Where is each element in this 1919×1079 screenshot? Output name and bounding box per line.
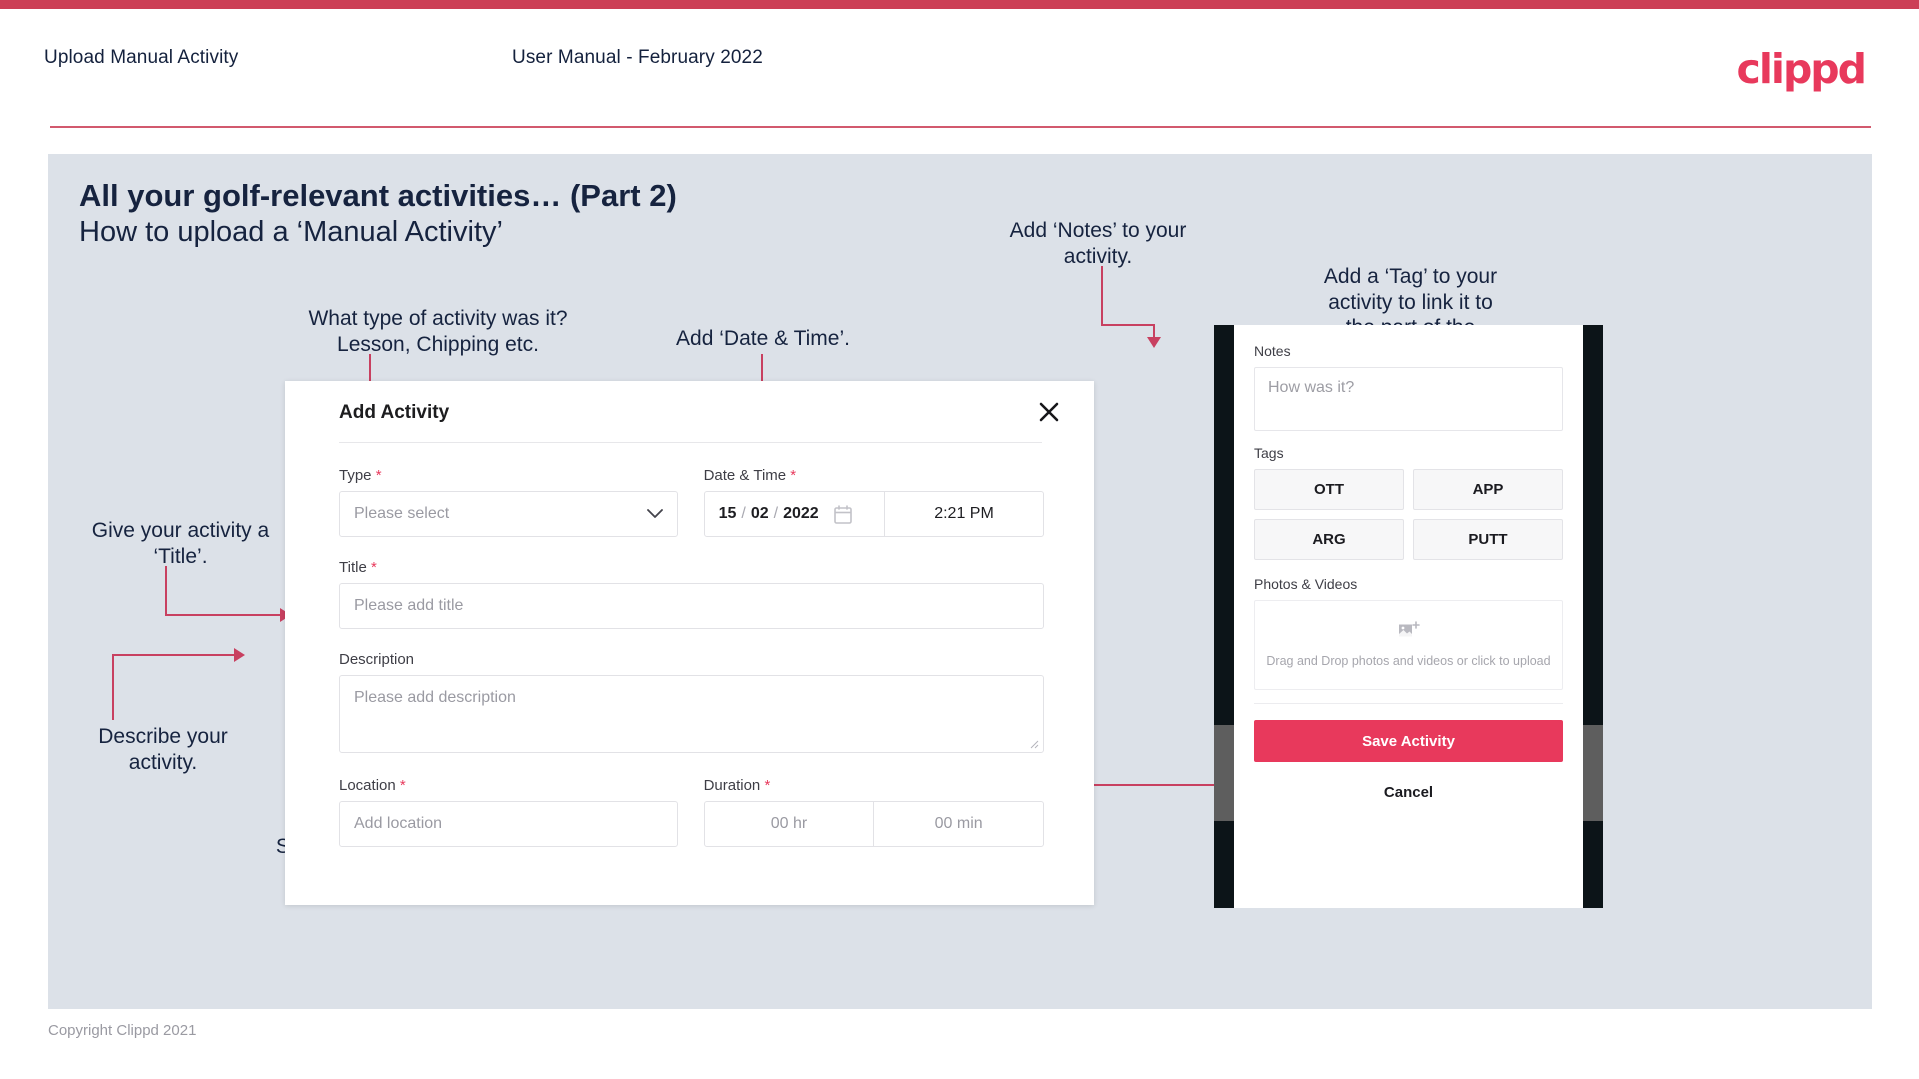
description-placeholder: Please add description [354, 689, 516, 706]
title-placeholder: Please add title [354, 597, 464, 614]
dropzone-text: Drag and Drop photos and videos or click… [1266, 653, 1551, 668]
date-input[interactable]: 15 / 02 / 2022 [705, 492, 885, 536]
tag-button-putt[interactable]: PUTT [1413, 519, 1563, 560]
footer-copyright: Copyright Clippd 2021 [48, 1022, 197, 1039]
tag-button-app[interactable]: APP [1413, 469, 1563, 510]
phone-volume-button-left [1214, 725, 1234, 821]
tag-button-ott[interactable]: OTT [1254, 469, 1404, 510]
chevron-down-icon [646, 507, 663, 522]
required-asterisk: * [764, 777, 771, 794]
calendar-icon[interactable] [833, 504, 852, 524]
description-textarea[interactable]: Please add description [339, 675, 1044, 753]
required-asterisk: * [375, 467, 382, 484]
page-header: Upload Manual Activity User Manual - Feb… [0, 9, 1919, 128]
required-asterisk: * [399, 777, 406, 794]
notes-placeholder: How was it? [1268, 379, 1355, 396]
phone-screen: Notes How was it? Tags OTT APP ARG PUTT … [1234, 325, 1583, 908]
phone-bezel-right [1583, 325, 1603, 908]
annotation-line-desc-v [112, 656, 114, 720]
annotation-type: What type of activity was it? Lesson, Ch… [308, 307, 568, 356]
cancel-button[interactable]: Cancel [1254, 784, 1563, 801]
add-activity-dialog: Add Activity Type * Please select Date &… [285, 381, 1094, 905]
form-row-type-datetime: Type * Please select Date & Time * 15 / … [339, 467, 1044, 537]
top-accent-bar [0, 0, 1919, 9]
annotation-description: Describe your activity. [98, 725, 228, 774]
annotation-title-field: Give your activity a ‘Title’. [91, 519, 270, 568]
description-label: Description [339, 651, 415, 668]
header-title: Upload Manual Activity [44, 47, 239, 68]
close-icon[interactable] [1032, 395, 1066, 429]
annotation-line-title-v [165, 566, 167, 616]
title-label: Title * [339, 559, 377, 576]
type-placeholder: Please select [354, 505, 450, 522]
datetime-group: 15 / 02 / 2022 2:21 PM [703, 491, 1044, 537]
type-label: Type * [339, 467, 382, 484]
field-datetime: Date & Time * 15 / 02 / 2022 2:21 PM [703, 467, 1044, 537]
phone-mockup: Notes How was it? Tags OTT APP ARG PUTT … [1214, 325, 1603, 908]
slide-subtitle: How to upload a ‘Manual Activity’ [79, 216, 503, 248]
field-duration: Duration * 00 hr 00 min [703, 777, 1044, 847]
annotation-line-notes-h [1101, 324, 1155, 326]
phone-content: Notes How was it? Tags OTT APP ARG PUTT … [1234, 325, 1583, 801]
duration-hours-input[interactable]: 00 hr [705, 802, 874, 846]
date-separator: / [741, 505, 746, 522]
header-subtitle: User Manual - February 2022 [512, 47, 763, 68]
add-image-icon [1398, 620, 1420, 646]
annotation-line-desc-h [112, 654, 236, 656]
location-input[interactable]: Add location [339, 801, 678, 847]
phone-divider [1254, 703, 1563, 704]
activity-form: Type * Please select Date & Time * 15 / … [339, 467, 1044, 847]
annotation-arrow-desc [234, 648, 245, 662]
duration-group: 00 hr 00 min [703, 801, 1044, 847]
duration-minutes-input[interactable]: 00 min [873, 802, 1043, 846]
notes-label: Notes [1254, 343, 1291, 359]
required-asterisk: * [370, 559, 377, 576]
save-activity-button[interactable]: Save Activity [1254, 720, 1563, 762]
phone-bezel-left [1214, 325, 1234, 908]
datetime-label: Date & Time * [703, 467, 797, 484]
field-title: Title * Please add title [339, 559, 1044, 629]
date-year: 2022 [783, 505, 819, 522]
dialog-header: Add Activity [285, 381, 1094, 439]
date-day: 15 [718, 505, 737, 522]
resize-grip-icon[interactable] [1028, 738, 1040, 750]
photo-video-dropzone[interactable]: Drag and Drop photos and videos or click… [1254, 600, 1563, 690]
duration-label: Duration * [703, 777, 771, 794]
type-select[interactable]: Please select [339, 491, 678, 537]
slide-title: All your golf-relevant activities… (Part… [79, 178, 677, 213]
field-type: Type * Please select [339, 467, 678, 537]
photos-videos-label: Photos & Videos [1254, 576, 1358, 592]
dialog-title: Add Activity [339, 402, 450, 423]
date-separator: / [773, 505, 779, 522]
clippd-logo: clippd [1736, 45, 1867, 93]
header-divider [50, 126, 1871, 128]
tags-group: OTT APP ARG PUTT [1254, 469, 1563, 560]
title-input[interactable]: Please add title [339, 583, 1044, 629]
required-asterisk: * [790, 467, 797, 484]
field-location: Location * Add location [339, 777, 678, 847]
tag-button-arg[interactable]: ARG [1254, 519, 1404, 560]
annotation-line-notes-v [1101, 266, 1103, 326]
phone-power-button-right [1583, 725, 1603, 821]
tags-label: Tags [1254, 445, 1284, 461]
date-month: 02 [750, 505, 769, 522]
annotation-line-title-h [165, 614, 282, 616]
location-label: Location * [339, 777, 406, 794]
annotation-datetime: Add ‘Date & Time’. [676, 327, 850, 350]
annotation-notes: Add ‘Notes’ to your activity. [1009, 219, 1187, 268]
time-input[interactable]: 2:21 PM [885, 492, 1043, 536]
field-description: Description Please add description [339, 651, 1044, 753]
form-row-location-duration: Location * Add location Duration * 00 hr… [339, 777, 1044, 847]
notes-textarea[interactable]: How was it? [1254, 367, 1563, 431]
location-placeholder: Add location [354, 815, 443, 832]
dialog-divider [339, 442, 1042, 443]
annotation-arrow-notes [1147, 337, 1161, 348]
